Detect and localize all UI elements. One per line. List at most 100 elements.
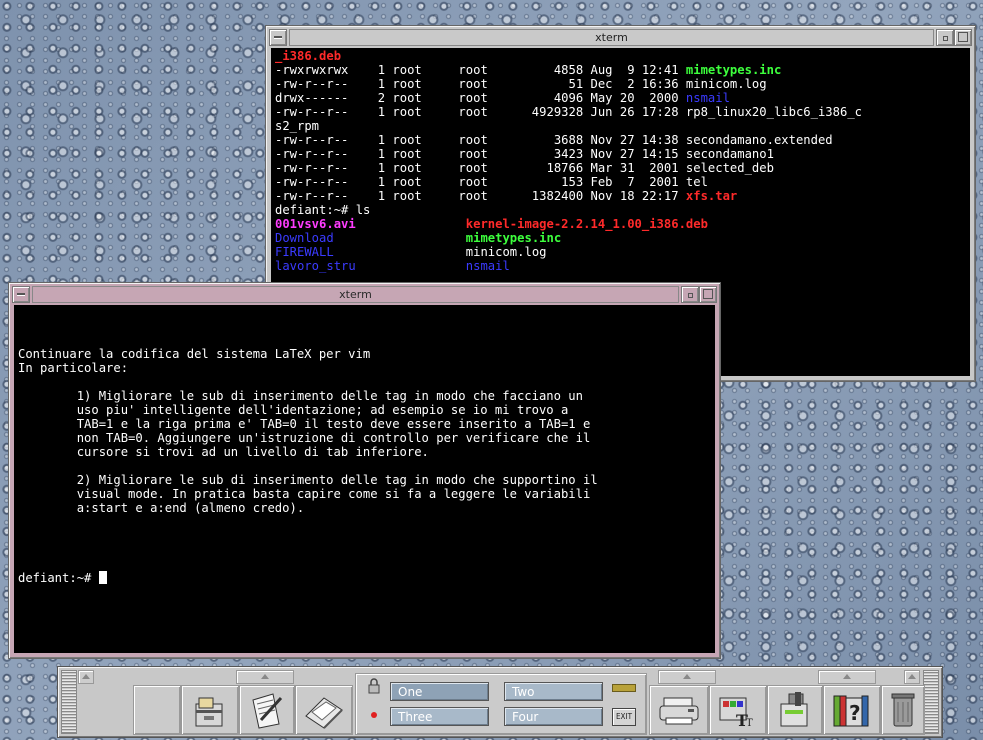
text-editor-icon [252, 693, 283, 729]
terminal-text: -rw-r--r-- 1 root root 4929328 Jun 26 17… [275, 105, 862, 119]
terminal-line: uso piu' intelligente dell'identazione; … [18, 403, 569, 417]
panel-minimize-button[interactable] [904, 670, 920, 684]
terminal-text: nsmail [465, 259, 510, 273]
window-menu-button[interactable] [269, 29, 287, 46]
window-title[interactable]: xterm [32, 286, 679, 303]
file-manager-icon [195, 697, 223, 727]
terminal-line: cursore si trovi ad un livello di tab in… [18, 445, 429, 459]
workspace-switcher: One Two Three Four EXIT [355, 673, 647, 735]
terminal-text: 001vsv6.avi [275, 217, 466, 231]
xterm-window-front[interactable]: xterm Continuare la codifica del sistema… [8, 282, 721, 659]
activity-indicator [612, 684, 636, 692]
panel-right-handle[interactable] [923, 670, 939, 734]
titlebar[interactable]: xterm [269, 29, 972, 46]
trash-slot[interactable] [881, 685, 925, 735]
terminal-line: TAB=1 e la riga prima e' TAB=0 il testo … [18, 417, 591, 431]
mail-icon [305, 697, 343, 729]
terminal-line: -rw-r--r-- 1 root root 18766 Mar 31 2001… [275, 161, 966, 175]
exit-button[interactable]: EXIT [612, 708, 636, 726]
style-manager-slot[interactable]: T T [709, 685, 767, 735]
terminal-line: -rwxrwxrwx 1 root root 4858 Aug 9 12:41 … [275, 63, 966, 77]
maximize-button[interactable] [699, 286, 717, 303]
app-manager-icon [780, 692, 808, 727]
terminal-text: -rw-r--r-- 1 root root 3423 Nov 27 14:15… [275, 147, 774, 161]
help-slot[interactable]: ? [823, 685, 881, 735]
titlebar[interactable]: xterm [12, 286, 717, 303]
terminal-text: drwx------ 2 root root 4096 May 20 2000 [275, 91, 686, 105]
terminal-line: Download mimetypes.inc [275, 231, 966, 245]
terminal-text: -rw-r--r-- 1 root root 18766 Mar 31 2001… [275, 161, 774, 175]
terminal-line: -rw-r--r-- 1 root root 153 Feb 7 2001 te… [275, 175, 966, 189]
terminal-line: _i386.deb [275, 49, 966, 63]
busy-light-icon [371, 712, 377, 718]
svg-text:?: ? [849, 701, 861, 725]
text-editor-slot[interactable] [239, 685, 295, 735]
terminal-text: mimetypes.inc [465, 231, 562, 245]
printer-icon [659, 697, 699, 725]
text-cursor [98, 571, 107, 584]
help-books-icon: ? [833, 695, 869, 727]
terminal-line: -rw-r--r-- 1 root root 3423 Nov 27 14:15… [275, 147, 966, 161]
workspace-one-button[interactable]: One [390, 682, 489, 701]
file-manager-slot[interactable] [181, 685, 239, 735]
style-manager-icon: T T [719, 697, 753, 730]
terminal-line: 2) Migliorare le sub di inserimento dell… [18, 473, 598, 487]
minimize-button[interactable] [936, 29, 954, 46]
terminal-text: lavoro_stru [275, 259, 466, 273]
minimize-button[interactable] [681, 286, 699, 303]
terminal-line: In particolare: [18, 361, 129, 375]
terminal-line: FIREWALL minicom.log [275, 245, 966, 259]
drawer-arrow[interactable] [236, 670, 294, 684]
front-panel: One Two Three Four EXIT T T ? [57, 666, 943, 738]
blank-slot[interactable] [133, 685, 181, 735]
lock-icon[interactable] [367, 678, 381, 694]
workspace-four-button[interactable]: Four [504, 707, 603, 726]
terminal-line: a:start e a:end (almeno credo). [18, 501, 305, 515]
terminal-line: -rw-r--r-- 1 root root 3688 Nov 27 14:38… [275, 133, 966, 147]
terminal-text: kernel-image-2.2.14_1.00_i386.deb [465, 217, 708, 231]
drawer-arrow[interactable] [818, 670, 876, 684]
mail-slot[interactable] [295, 685, 353, 735]
workspace-three-button[interactable]: Three [390, 707, 489, 726]
printer-slot[interactable] [649, 685, 709, 735]
panel-left-handle[interactable] [61, 670, 77, 734]
trash-icon [891, 693, 915, 727]
terminal-text: -rw-r--r-- 1 root root 153 Feb 7 2001 te… [275, 175, 708, 189]
terminal-line: drwx------ 2 root root 4096 May 20 2000 … [275, 91, 966, 105]
terminal-text: _i386.deb [275, 49, 342, 63]
panel-menu-button[interactable] [78, 670, 94, 684]
workspace-two-button[interactable]: Two [504, 682, 603, 701]
terminal-line: s2_rpm [275, 119, 966, 133]
terminal-line: 001vsv6.avi kernel-image-2.2.14_1.00_i38… [275, 217, 966, 231]
terminal-text: xfs.tar [685, 189, 738, 203]
maximize-button[interactable] [954, 29, 972, 46]
window-title[interactable]: xterm [289, 29, 934, 46]
terminal-text: -rw-r--r-- 1 root root 1382400 Nov 18 22… [275, 189, 686, 203]
terminal-output[interactable]: Continuare la codifica del sistema LaTeX… [14, 305, 715, 653]
window-menu-button[interactable] [12, 286, 30, 303]
terminal-text: mimetypes.inc [685, 63, 782, 77]
terminal-line: -rw-r--r-- 1 root root 1382400 Nov 18 22… [275, 189, 966, 203]
terminal-line: -rw-r--r-- 1 root root 4929328 Jun 26 17… [275, 105, 966, 119]
terminal-line: lavoro_stru nsmail [275, 259, 966, 273]
terminal-text: -rwxrwxrwx 1 root root 4858 Aug 9 12:41 [275, 63, 686, 77]
terminal-text: nsmail [685, 91, 730, 105]
terminal-text: s2_rpm [275, 119, 320, 133]
terminal-text: -rw-r--r-- 1 root root 3688 Nov 27 14:38… [275, 133, 833, 147]
terminal-line: Continuare la codifica del sistema LaTeX… [18, 347, 371, 361]
terminal-line: non TAB=0. Aggiungere un'istruzione di c… [18, 431, 591, 445]
terminal-line: 1) Migliorare le sub di inserimento dell… [18, 389, 583, 403]
app-manager-slot[interactable] [767, 685, 823, 735]
terminal-text: Download [275, 231, 466, 245]
terminal-line: defiant:~# ls [275, 203, 966, 217]
terminal-text: minicom.log [465, 245, 547, 259]
drawer-arrow[interactable] [658, 670, 716, 684]
terminal-text: FIREWALL [275, 245, 466, 259]
prompt-line[interactable]: defiant:~# [18, 571, 711, 585]
terminal-text: defiant:~# ls [275, 203, 371, 217]
svg-text:T: T [746, 718, 753, 729]
